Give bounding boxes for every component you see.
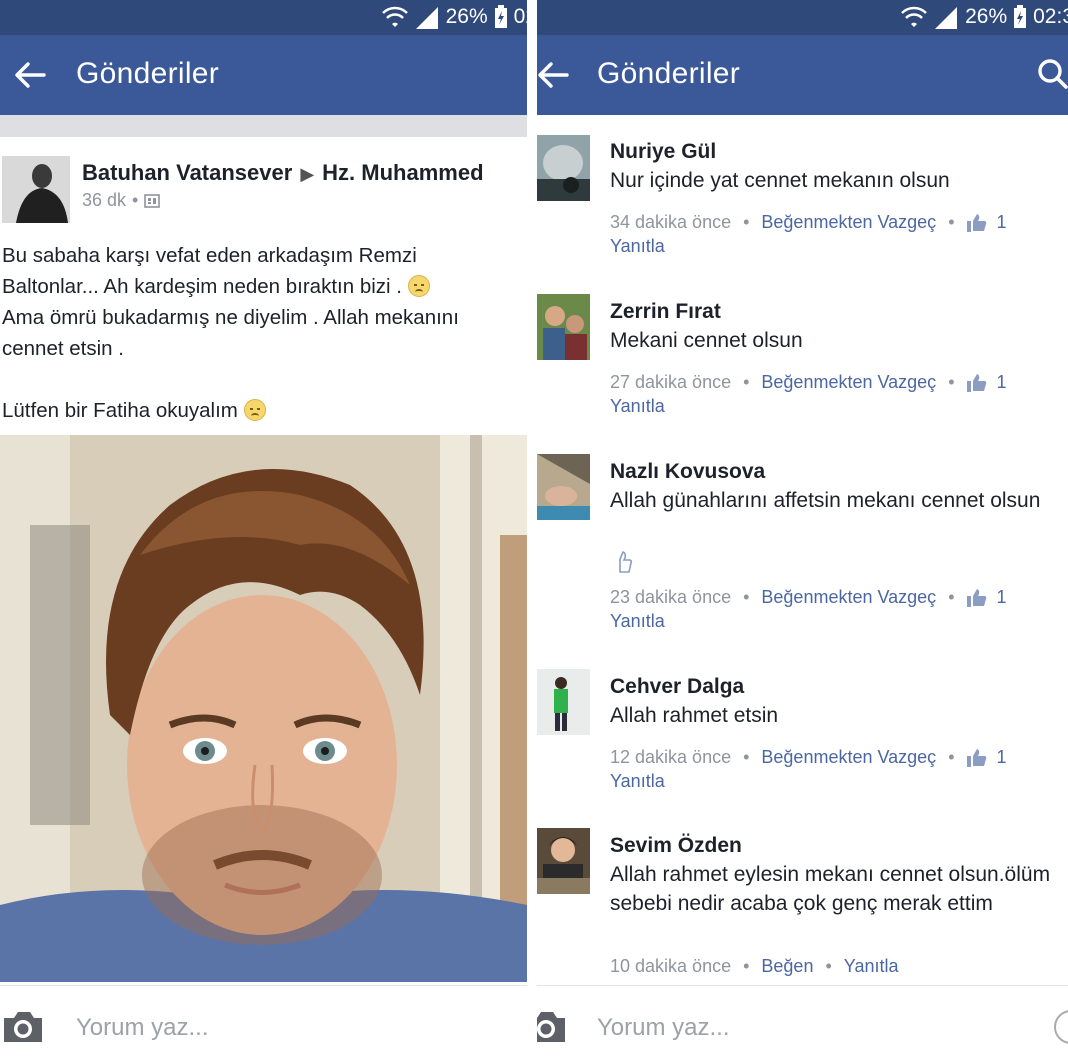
comment-composer xyxy=(537,985,1068,1063)
post-body: Bu sabaha karşı vefat eden arkadaşım Rem… xyxy=(2,240,524,426)
comment-text: Mekani cennet olsun xyxy=(610,329,803,352)
like-count[interactable]: 1 xyxy=(966,212,1007,233)
comment-actions: 34 dakika önce • Beğenmekten Vazgeç • 1 xyxy=(610,212,1007,233)
camera-button[interactable] xyxy=(0,1010,46,1044)
post-screen: 26% 02 Gönderiler Batuhan Vatansever ▶ Hz.… xyxy=(0,0,527,1063)
status-bar: 26% 02:3 xyxy=(537,0,1068,35)
comment-text: Allah rahmet etsin xyxy=(610,704,779,727)
share-arrow-icon: ▶ xyxy=(300,164,315,184)
separator xyxy=(0,115,527,137)
comment-text: Allah rahmet eylesin mekanı cennet olsun… xyxy=(610,863,1051,915)
back-arrow-icon xyxy=(15,62,46,88)
comment-input[interactable] xyxy=(597,1010,997,1046)
search-icon xyxy=(1038,59,1068,89)
search-button[interactable] xyxy=(1036,57,1068,97)
commenter-name[interactable]: Sevim Özden xyxy=(610,834,742,858)
reply-button[interactable]: Yanıtla xyxy=(610,611,665,632)
comment-text: Allah günahlarını affetsin mekanı cennet… xyxy=(610,489,1041,512)
app-bar: Gönderiler xyxy=(537,35,1068,115)
clock: 02 xyxy=(513,5,527,28)
comment-time: 23 dakika önce xyxy=(610,587,732,607)
post-line: cennet etsin . xyxy=(2,337,124,360)
author-name[interactable]: Batuhan Vatansever xyxy=(82,160,292,185)
page-title: Gönderiler xyxy=(597,57,741,90)
clock: 02:3 xyxy=(1033,5,1068,28)
comments-screen: 26% 02:3 Gönderiler Nuriye Gül Nur içind… xyxy=(537,0,1068,1063)
commenter-name[interactable]: Cehver Dalga xyxy=(610,675,744,699)
unlike-button[interactable]: Beğenmekten Vazgeç xyxy=(761,372,936,393)
commenter-name[interactable]: Nazlı Kovusova xyxy=(610,460,765,484)
author-avatar[interactable] xyxy=(2,156,70,223)
comment-time: 27 dakika önce xyxy=(610,372,732,392)
screenshot-divider xyxy=(527,0,537,1063)
commenter-name[interactable]: Nuriye Gül xyxy=(610,140,716,164)
comment-text: Nur içinde yat cennet mekanın olsun xyxy=(610,169,950,192)
camera-icon xyxy=(537,1012,565,1042)
unlike-button[interactable]: Beğenmekten Vazgeç xyxy=(761,747,936,768)
battery-percent: 26% xyxy=(965,5,1008,28)
wifi-icon xyxy=(901,6,927,27)
unlike-button[interactable]: Beğenmekten Vazgeç xyxy=(761,212,936,233)
commenter-avatar[interactable] xyxy=(537,454,590,520)
comment-composer xyxy=(0,985,527,1063)
post-line: Baltonlar... Ah kardeşim neden bıraktın … xyxy=(2,275,408,298)
reply-button[interactable]: Yanıtla xyxy=(610,396,665,417)
like-button[interactable]: Beğen xyxy=(761,956,813,977)
commenter-avatar[interactable] xyxy=(537,669,590,735)
battery-icon xyxy=(494,5,507,28)
comment-input[interactable] xyxy=(76,1010,476,1046)
post-line: Ama ömrü bukadarmış ne diyelim . Allah m… xyxy=(2,306,459,329)
like-count[interactable]: 1 xyxy=(966,747,1007,768)
reply-button[interactable]: Yanıtla xyxy=(610,236,665,257)
privacy-icon xyxy=(144,193,161,208)
post-line: Bu sabaha karşı vefat eden arkadaşım Rem… xyxy=(2,244,417,267)
post-line: Lütfen bir Fatiha okuyalım xyxy=(2,399,244,422)
comment-time: 12 dakika önce xyxy=(610,747,732,767)
camera-icon xyxy=(4,1012,42,1042)
comment-sticker-icon xyxy=(613,550,633,574)
comment-actions: 23 dakika önce • Beğenmekten Vazgeç • 1 xyxy=(610,587,1007,608)
target-name[interactable]: Hz. Muhammed xyxy=(322,160,483,185)
like-icon xyxy=(966,748,986,767)
emoji-sad-icon xyxy=(407,275,430,297)
commenter-name[interactable]: Zerrin Fırat xyxy=(610,300,721,324)
smiley-icon[interactable] xyxy=(1054,1010,1068,1044)
post-photo[interactable] xyxy=(0,435,527,982)
battery-icon xyxy=(1014,5,1027,28)
camera-button[interactable] xyxy=(537,1010,569,1044)
comment-actions: 12 dakika önce • Beğenmekten Vazgeç • 1 xyxy=(610,747,1007,768)
post-time[interactable]: 36 dk xyxy=(82,190,126,211)
signal-icon xyxy=(415,7,438,29)
status-bar: 26% 02 xyxy=(0,0,527,35)
battery-percent: 26% xyxy=(445,5,488,28)
back-button[interactable] xyxy=(10,55,50,95)
commenter-avatar[interactable] xyxy=(537,828,590,894)
reply-button[interactable]: Yanıtla xyxy=(610,771,665,792)
comment-actions: 27 dakika önce • Beğenmekten Vazgeç • 1 xyxy=(610,372,1007,393)
post-header: Batuhan Vatansever ▶ Hz. Muhammed xyxy=(82,160,484,186)
app-bar: Gönderiler xyxy=(0,35,527,115)
post-meta: 36 dk • xyxy=(82,190,161,211)
comment-time: 10 dakika önce xyxy=(610,956,732,976)
like-count[interactable]: 1 xyxy=(966,587,1007,608)
emoji-sad-icon xyxy=(243,399,266,421)
comment-actions: 10 dakika önce • Beğen • Yanıtla xyxy=(610,956,899,977)
like-icon xyxy=(966,213,986,232)
like-icon xyxy=(966,373,986,392)
reply-button[interactable]: Yanıtla xyxy=(844,956,899,977)
comment-time: 34 dakika önce xyxy=(610,212,732,232)
signal-icon xyxy=(935,7,958,29)
unlike-button[interactable]: Beğenmekten Vazgeç xyxy=(761,587,936,608)
back-button[interactable] xyxy=(537,55,573,95)
commenter-avatar[interactable] xyxy=(537,294,590,360)
like-count[interactable]: 1 xyxy=(966,372,1007,393)
wifi-icon xyxy=(381,6,408,27)
back-arrow-icon xyxy=(538,62,569,88)
page-title: Gönderiler xyxy=(76,57,220,90)
commenter-avatar[interactable] xyxy=(537,135,590,201)
like-icon xyxy=(966,588,986,607)
